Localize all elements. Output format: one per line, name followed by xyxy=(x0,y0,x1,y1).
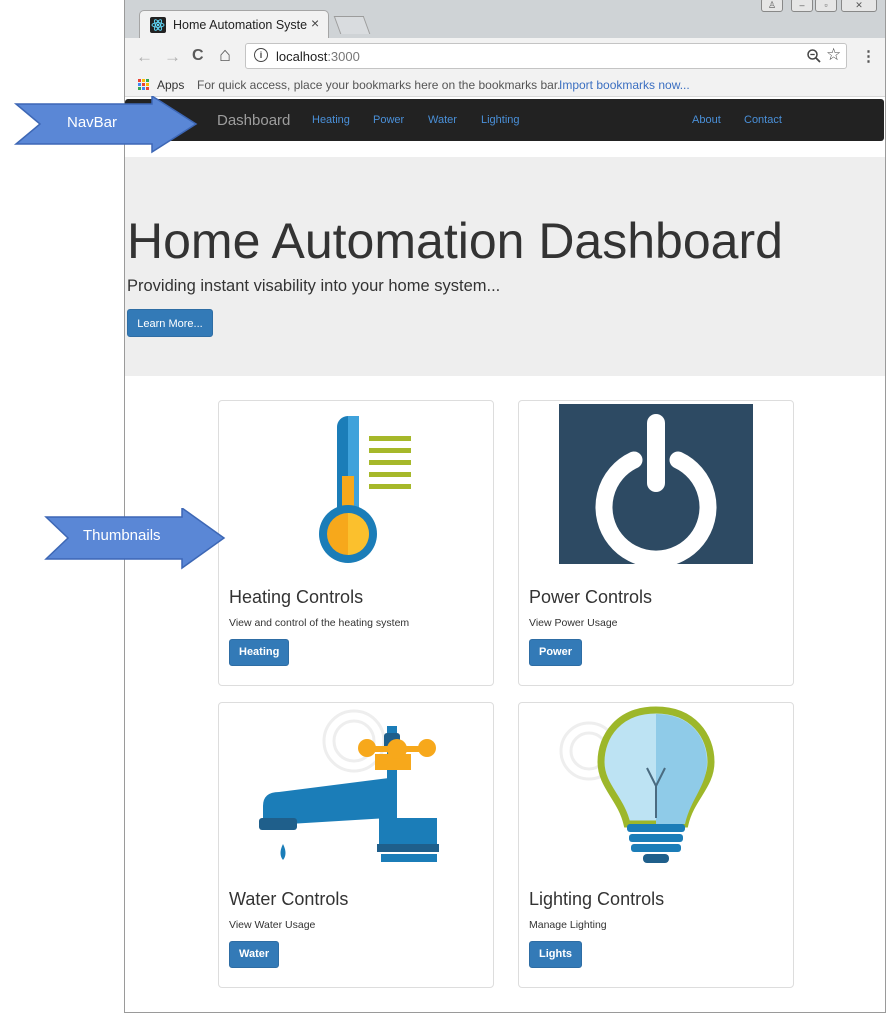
lighting-card: Lighting Controls Manage Lighting Lights xyxy=(518,702,794,988)
heating-card: Heating Controls View and control of the… xyxy=(218,400,494,686)
back-arrow-icon[interactable]: ← xyxy=(136,47,153,67)
jumbotron: Home Automation Dashboard Providing inst… xyxy=(125,157,885,376)
nav-link-contact[interactable]: Contact xyxy=(744,114,782,126)
card-description: View Water Usage xyxy=(229,919,316,931)
nav-link-power[interactable]: Power xyxy=(373,114,404,126)
water-card: Water Controls View Water Usage Water xyxy=(218,702,494,988)
browser-toolbar: ← → C ⌂ i localhost:3000 ☆ ⋮ xyxy=(125,38,885,74)
thumbnails-callout-label: Thumbnails xyxy=(83,527,161,544)
card-title: Power Controls xyxy=(529,587,653,607)
react-favicon-icon xyxy=(150,17,166,33)
app-navbar: Dashboard Heating Power Water Lighting A… xyxy=(125,99,884,141)
apps-grid-icon[interactable] xyxy=(138,79,150,91)
heating-button[interactable]: Heating xyxy=(229,639,290,666)
nav-link-water[interactable]: Water xyxy=(428,114,457,126)
bookmarks-hint-text: For quick access, place your bookmarks h… xyxy=(197,78,561,92)
thermometer-icon xyxy=(319,416,411,563)
maximize-icon[interactable]: ▫ xyxy=(815,0,837,12)
address-bar[interactable]: i localhost:3000 ☆ xyxy=(245,43,847,69)
apps-link[interactable]: Apps xyxy=(157,78,184,92)
page-subtitle: Providing instant visability into your h… xyxy=(127,277,501,295)
power-button[interactable]: Power xyxy=(529,639,583,666)
browser-tab[interactable]: Home Automation Syste × xyxy=(139,10,329,38)
light-bulb-icon xyxy=(559,706,715,863)
navbar-callout-label: NavBar xyxy=(67,114,118,131)
card-title: Water Controls xyxy=(229,889,349,909)
zoom-out-icon[interactable] xyxy=(806,48,822,69)
home-icon[interactable]: ⌂ xyxy=(219,44,231,67)
url-port: :3000 xyxy=(327,49,360,64)
navbar-callout-arrow: NavBar xyxy=(12,94,198,156)
browser-window: Home Automation Syste × ♙ – ▫ ✕ ← → C ⌂ … xyxy=(124,0,886,1013)
water-button[interactable]: Water xyxy=(229,941,280,968)
card-description: View Power Usage xyxy=(529,617,618,629)
card-description: View and control of the heating system xyxy=(229,617,410,629)
url-text[interactable]: localhost:3000 xyxy=(276,49,360,64)
import-bookmarks-link[interactable]: Import bookmarks now... xyxy=(559,78,690,92)
lights-button[interactable]: Lights xyxy=(529,941,582,968)
tab-close-icon[interactable]: × xyxy=(311,15,319,31)
thumbnails-callout-arrow: Thumbnails xyxy=(42,506,226,570)
page-title: Home Automation Dashboard xyxy=(127,213,783,269)
nav-link-lighting[interactable]: Lighting xyxy=(481,114,520,126)
window-close-icon[interactable]: ✕ xyxy=(841,0,877,12)
info-icon[interactable]: i xyxy=(254,48,268,62)
minimize-icon[interactable]: – xyxy=(791,0,813,12)
card-description: Manage Lighting xyxy=(529,919,607,931)
learn-more-button[interactable]: Learn More... xyxy=(127,309,213,337)
nav-link-about[interactable]: About xyxy=(692,114,721,126)
browser-menu-icon[interactable]: ⋮ xyxy=(861,47,876,65)
tab-strip: Home Automation Syste × ♙ – ▫ ✕ xyxy=(125,0,885,38)
forward-arrow-icon[interactable]: → xyxy=(164,47,181,67)
tab-title: Home Automation Syste xyxy=(173,18,307,32)
navbar-brand[interactable]: Dashboard xyxy=(217,112,290,129)
card-title: Lighting Controls xyxy=(529,889,665,909)
nav-link-heating[interactable]: Heating xyxy=(312,114,350,126)
power-icon xyxy=(559,404,753,564)
power-card: Power Controls View Power Usage Power xyxy=(518,400,794,686)
url-host: localhost xyxy=(276,49,328,64)
bookmarks-bar: Apps For quick access, place your bookma… xyxy=(125,74,885,97)
water-tap-icon xyxy=(259,709,439,862)
new-tab-button[interactable] xyxy=(333,16,371,34)
card-title: Heating Controls xyxy=(229,587,364,607)
profile-icon[interactable]: ♙ xyxy=(761,0,783,12)
bookmark-star-icon[interactable]: ☆ xyxy=(826,45,841,65)
reload-icon[interactable]: C xyxy=(192,47,204,65)
